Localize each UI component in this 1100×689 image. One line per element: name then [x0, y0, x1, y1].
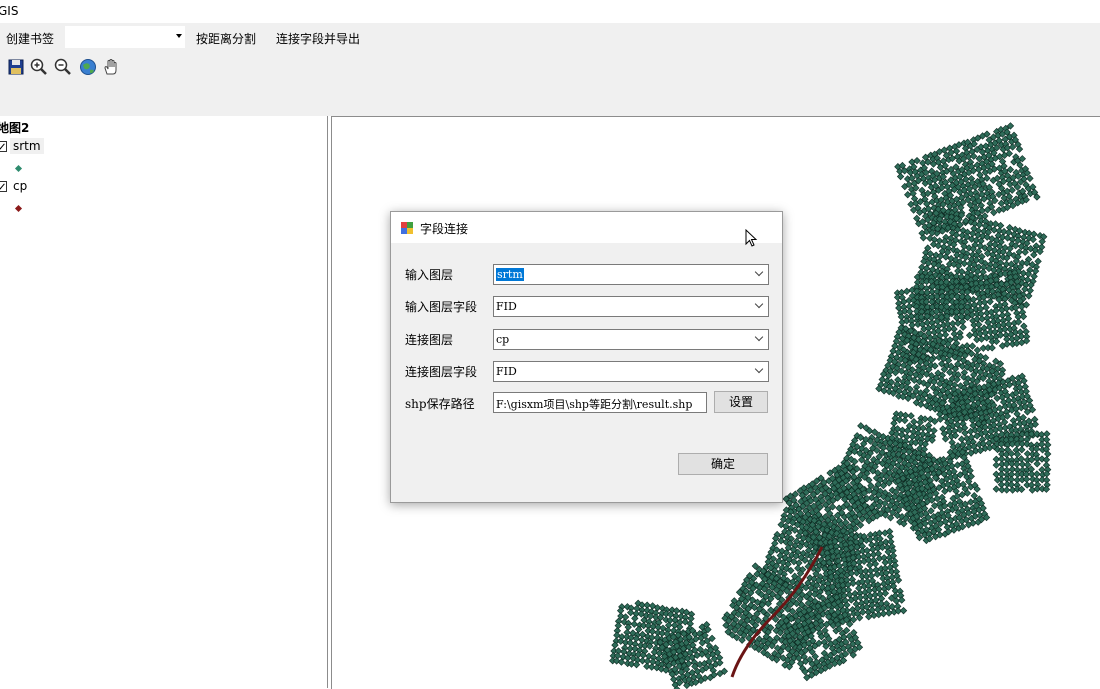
split-by-distance-menu[interactable]: 按距离分割	[196, 30, 256, 47]
join-and-export-menu[interactable]: 连接字段并导出	[276, 30, 360, 47]
input-layer-label: 输入图层	[405, 268, 454, 282]
save-path-input[interactable]: F:\gisxm项目\shp等距分割\result.shp	[493, 392, 707, 413]
layer-checkbox-cp[interactable]	[0, 181, 7, 192]
zoom-in-icon[interactable]	[29, 57, 49, 77]
input-layer-select[interactable]: srtm	[493, 264, 769, 285]
full-extent-globe-icon[interactable]	[78, 57, 98, 77]
create-bookmark-menu[interactable]: 创建书签	[6, 30, 54, 47]
zoom-out-icon[interactable]	[53, 57, 73, 77]
toc-map-name[interactable]: 地图2	[0, 119, 29, 136]
menu-bar: 创建书签 按距离分割 连接字段并导出	[0, 23, 1100, 51]
bookmark-combo[interactable]	[64, 25, 186, 49]
settings-button[interactable]: 设置	[714, 391, 768, 413]
join-layer-select[interactable]: cp	[493, 329, 769, 350]
save-path-value: F:\gisxm项目\shp等距分割\result.shp	[496, 398, 693, 411]
chevron-down-icon	[754, 364, 764, 374]
join-layer-value: cp	[496, 333, 510, 346]
input-field-value: FID	[496, 300, 517, 313]
layer-name-srtm[interactable]: srtm	[10, 138, 44, 154]
field-join-dialog: 字段连接 输入图层 srtm 输入图层字段 FID 连接图层 cp 连接图层字段…	[390, 211, 783, 503]
input-field-select[interactable]: FID	[493, 296, 769, 317]
chevron-down-icon	[754, 299, 764, 309]
save-icon[interactable]	[6, 57, 26, 77]
save-path-label: shp保存路径	[405, 397, 475, 411]
title-bar: GIS	[0, 0, 1100, 23]
join-layer-label: 连接图层	[405, 333, 454, 347]
layer-name-cp[interactable]: cp	[13, 179, 27, 193]
input-layer-value: srtm	[496, 268, 524, 281]
pan-hand-icon[interactable]	[101, 57, 121, 77]
dropdown-arrow-icon	[176, 34, 182, 38]
toolbar	[0, 51, 1100, 116]
join-field-select[interactable]: FID	[493, 361, 769, 382]
app-window-icon	[400, 221, 414, 238]
table-of-contents: 地图2 srtm cp	[0, 116, 328, 688]
dialog-title: 字段连接	[420, 222, 469, 236]
input-field-label: 输入图层字段	[405, 300, 478, 314]
join-field-label: 连接图层字段	[405, 365, 478, 379]
dialog-title-bar: 字段连接	[391, 212, 782, 243]
mouse-cursor-icon	[745, 228, 759, 252]
window-title: GIS	[0, 4, 19, 18]
chevron-down-icon	[754, 267, 764, 277]
chevron-down-icon	[754, 332, 764, 342]
layer-symbol-cp	[14, 204, 23, 213]
layer-symbol-srtm	[14, 164, 23, 173]
ok-button[interactable]: 确定	[678, 453, 768, 475]
layer-checkbox-srtm[interactable]	[0, 141, 7, 152]
join-field-value: FID	[496, 365, 517, 378]
